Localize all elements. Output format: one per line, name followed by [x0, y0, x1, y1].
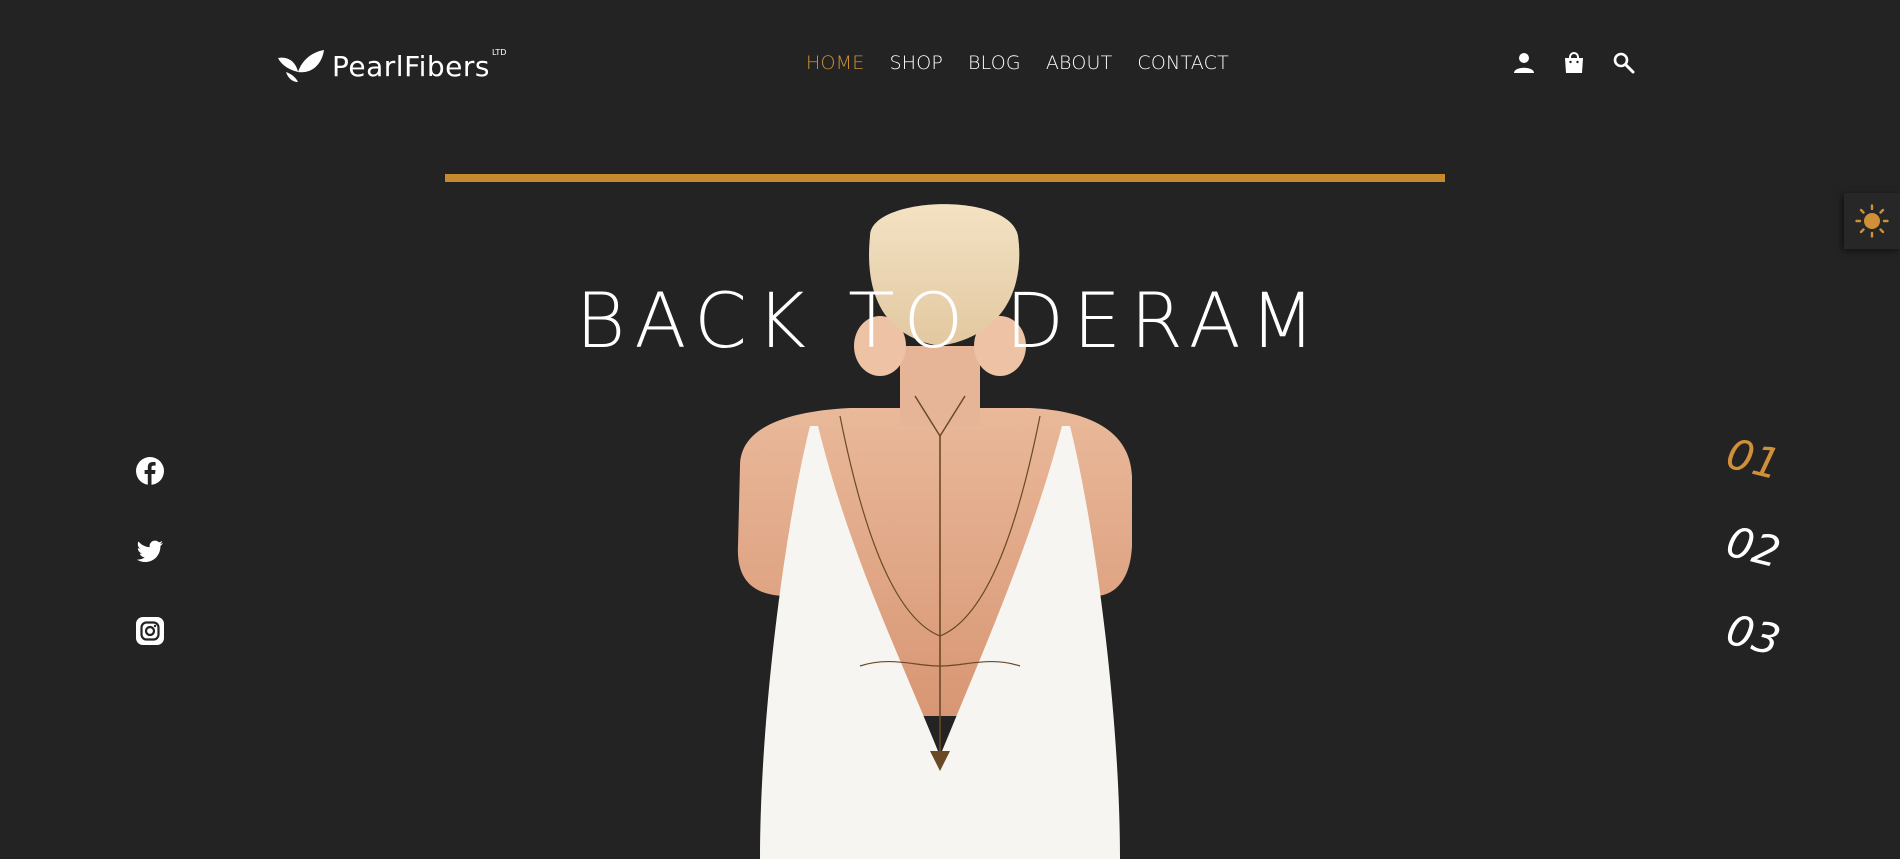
nav-blog[interactable]: BLOG [968, 52, 1021, 74]
page: PearlFibers LTD HOME SHOP BLOG ABOUT CON… [0, 0, 1900, 859]
main-nav: HOME SHOP BLOG ABOUT CONTACT [806, 52, 1254, 74]
twitter-icon[interactable] [135, 536, 165, 566]
nav-shop[interactable]: SHOP [889, 52, 943, 74]
slide-01[interactable]: 01 [1712, 429, 1786, 527]
slide-02[interactable]: 02 [1712, 517, 1786, 615]
brand-logo[interactable]: PearlFibers LTD [276, 44, 506, 88]
brand-name: PearlFibers [332, 49, 491, 83]
slide-03[interactable]: 03 [1712, 605, 1786, 703]
brand-suffix: LTD [492, 47, 507, 57]
slide-pager: 01 02 03 [1722, 429, 1786, 698]
hero-title: BACK TO DERAM [575, 276, 1325, 365]
shopping-bag-icon[interactable] [1562, 51, 1586, 75]
hero-accent-bar [445, 174, 1445, 182]
nav-contact[interactable]: CONTACT [1137, 52, 1229, 74]
header-actions [1512, 51, 1636, 75]
sun-icon [1855, 204, 1889, 238]
theme-toggle-button[interactable] [1844, 193, 1900, 249]
instagram-icon[interactable] [135, 616, 165, 646]
facebook-icon[interactable] [135, 456, 165, 486]
social-links [135, 456, 165, 646]
user-icon[interactable] [1512, 51, 1536, 75]
search-icon[interactable] [1612, 51, 1636, 75]
nav-about[interactable]: ABOUT [1046, 52, 1113, 74]
nav-home[interactable]: HOME [806, 52, 864, 74]
leaf-logo-icon [278, 50, 324, 82]
